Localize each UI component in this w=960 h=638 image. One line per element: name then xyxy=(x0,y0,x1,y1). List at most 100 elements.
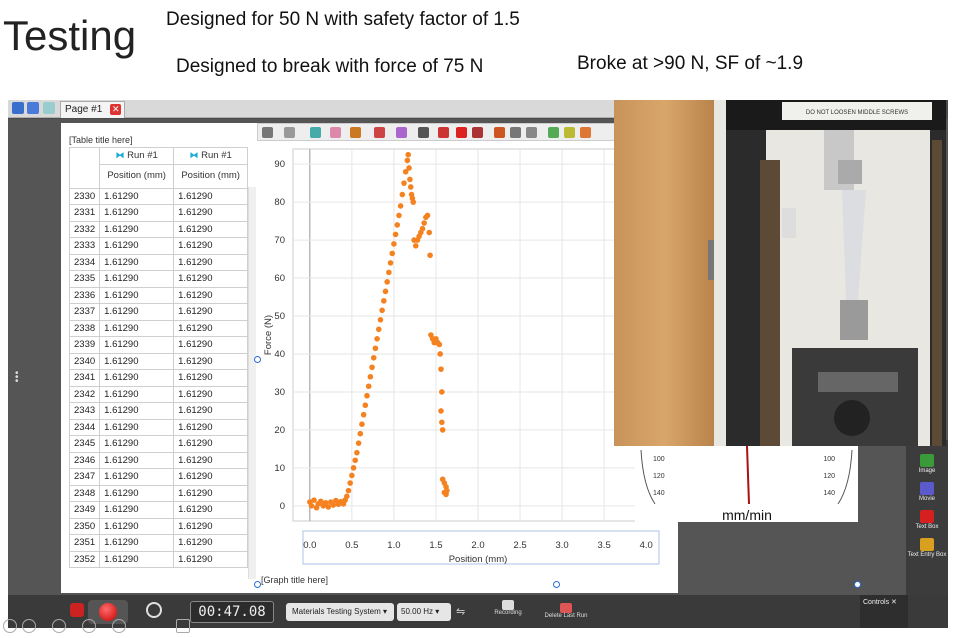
table-row[interactable]: 2330 1.61290 1.61290 xyxy=(68,187,249,205)
table-row[interactable]: 2352 1.61290 1.61290 xyxy=(68,550,249,568)
table-cell[interactable]: 1.61290 xyxy=(99,402,175,420)
table-cell[interactable]: 1.61290 xyxy=(173,484,249,502)
table-cell[interactable]: 1.61290 xyxy=(99,517,175,535)
previous-icon[interactable] xyxy=(3,619,17,633)
table-row[interactable]: 2350 1.61290 1.61290 xyxy=(68,517,249,535)
table-cell[interactable]: 1.61290 xyxy=(173,319,249,337)
x-axis-label[interactable]: Position (mm) xyxy=(449,554,508,565)
table-row[interactable]: 2346 1.61290 1.61290 xyxy=(68,451,249,469)
settings-icon[interactable] xyxy=(27,102,39,114)
table-row[interactable]: 2343 1.61290 1.61290 xyxy=(68,402,249,420)
table-cell[interactable]: 1.61290 xyxy=(99,369,175,387)
table-row[interactable]: 2336 1.61290 1.61290 xyxy=(68,286,249,304)
tab-page-1[interactable]: Page #1 ✕ xyxy=(60,101,126,118)
table-row[interactable]: 2349 1.61290 1.61290 xyxy=(68,501,249,519)
resize-handle[interactable] xyxy=(553,581,560,588)
table-cell[interactable]: 1.61290 xyxy=(99,468,175,486)
table-cell[interactable]: 1.61290 xyxy=(173,369,249,387)
color-icon[interactable] xyxy=(330,127,341,138)
table-row[interactable]: 2339 1.61290 1.61290 xyxy=(68,336,249,354)
fit-icon[interactable] xyxy=(396,127,407,138)
table-cell[interactable]: 1.61290 xyxy=(99,501,175,519)
table-cell[interactable]: 1.61290 xyxy=(173,303,249,321)
chart-type-icon[interactable] xyxy=(310,127,321,138)
resize-handle[interactable] xyxy=(854,581,861,588)
table-cell[interactable]: 1.61290 xyxy=(173,270,249,288)
autoscale-icon[interactable] xyxy=(526,127,537,138)
curve-icon[interactable] xyxy=(472,127,483,138)
table-cell[interactable]: 1.61290 xyxy=(173,187,249,205)
table-cell[interactable]: 1.61290 xyxy=(99,187,175,205)
range-icon[interactable] xyxy=(284,127,295,138)
tangent-icon[interactable] xyxy=(438,127,449,138)
table-cell[interactable]: 1.61290 xyxy=(99,336,175,354)
table-row[interactable]: 2340 1.61290 1.61290 xyxy=(68,352,249,370)
run-header[interactable]: ⧓ Run #1 xyxy=(173,147,249,165)
zoom-icon[interactable] xyxy=(510,127,521,138)
table-row[interactable]: 2348 1.61290 1.61290 xyxy=(68,484,249,502)
table-cell[interactable]: 1.61290 xyxy=(99,385,175,403)
table-cell[interactable]: 1.61290 xyxy=(99,484,175,502)
table-cell[interactable]: 1.61290 xyxy=(173,385,249,403)
gauge-icon[interactable] xyxy=(146,602,162,618)
insert-image-button[interactable]: Image xyxy=(906,454,948,474)
table-cell[interactable]: 1.61290 xyxy=(173,501,249,519)
table-row[interactable]: 2331 1.61290 1.61290 xyxy=(68,204,249,222)
resize-handle[interactable] xyxy=(254,356,261,363)
page-icon[interactable] xyxy=(43,102,55,114)
table-cell[interactable]: 1.61290 xyxy=(99,550,175,568)
sync-icon[interactable]: ⇋ xyxy=(456,605,470,619)
y-axis-label[interactable]: Force (N) xyxy=(263,315,274,355)
table-cell[interactable]: 1.61290 xyxy=(99,451,175,469)
window-icon[interactable] xyxy=(12,102,24,114)
table-cell[interactable]: 1.61290 xyxy=(99,286,175,304)
table-row[interactable]: 2342 1.61290 1.61290 xyxy=(68,385,249,403)
table-cell[interactable]: 1.61290 xyxy=(173,451,249,469)
table-cell[interactable]: 1.61290 xyxy=(173,435,249,453)
recording-button[interactable]: Recording xyxy=(488,600,528,616)
table-row[interactable]: 2337 1.61290 1.61290 xyxy=(68,303,249,321)
next-icon[interactable] xyxy=(22,619,36,633)
move-icon[interactable] xyxy=(418,127,429,138)
drag-handle-icon[interactable]: • • • xyxy=(15,369,19,387)
table-row[interactable]: 2351 1.61290 1.61290 xyxy=(68,534,249,552)
table-row[interactable]: 2345 1.61290 1.61290 xyxy=(68,435,249,453)
table-row[interactable]: 2333 1.61290 1.61290 xyxy=(68,237,249,255)
slope-icon[interactable] xyxy=(494,127,505,138)
table-cell[interactable]: 1.61290 xyxy=(173,550,249,568)
table-cell[interactable]: 1.61290 xyxy=(99,418,175,436)
table-row[interactable]: 2347 1.61290 1.61290 xyxy=(68,468,249,486)
table-scrollbar[interactable] xyxy=(248,187,256,579)
more-icon[interactable] xyxy=(580,127,591,138)
force-position-graph[interactable]: 0.0 0.5 1.0 1.5 2.0 2.5 3.0 3.5 4.0 0 10 20 30 40 50 60… xyxy=(257,141,667,573)
insert-text-entry-button[interactable]: Text Entry Box xyxy=(906,538,948,558)
controls-panel-header[interactable]: Controls ✕ xyxy=(860,595,908,628)
triangle-icon[interactable] xyxy=(374,127,385,138)
annotation-icon[interactable] xyxy=(456,127,467,138)
table-cell[interactable]: 1.61290 xyxy=(173,237,249,255)
column-header[interactable]: Position (mm) xyxy=(99,163,175,189)
graph-title[interactable]: [Graph title here] xyxy=(261,575,328,585)
table-cell[interactable]: 1.61290 xyxy=(173,468,249,486)
device-dropdown[interactable]: Materials Testing System ▾ xyxy=(286,603,394,621)
pen-icon[interactable] xyxy=(52,619,66,633)
table-cell[interactable]: 1.61290 xyxy=(99,204,175,222)
table-cell[interactable]: 1.61290 xyxy=(173,220,249,238)
table-row[interactable]: 2341 1.61290 1.61290 xyxy=(68,369,249,387)
rate-dropdown[interactable]: 50.00 Hz ▾ xyxy=(397,603,451,621)
table-cell[interactable]: 1.61290 xyxy=(173,517,249,535)
table-cell[interactable]: 1.61290 xyxy=(173,286,249,304)
table-cell[interactable]: 1.61290 xyxy=(99,237,175,255)
slides-icon[interactable] xyxy=(82,619,96,633)
table-cell[interactable]: 1.61290 xyxy=(99,253,175,271)
table-row[interactable]: 2332 1.61290 1.61290 xyxy=(68,220,249,238)
close-icon[interactable]: ✕ xyxy=(891,599,897,606)
table-cell[interactable]: 1.61290 xyxy=(173,402,249,420)
table-cell[interactable]: 1.61290 xyxy=(173,253,249,271)
resize-handle[interactable] xyxy=(254,581,261,588)
table-title[interactable]: [Table title here] xyxy=(69,133,249,147)
stats-icon[interactable] xyxy=(548,127,559,138)
table-row[interactable]: 2334 1.61290 1.61290 xyxy=(68,253,249,271)
table-cell[interactable]: 1.61290 xyxy=(99,303,175,321)
insert-movie-button[interactable]: Movie xyxy=(906,482,948,502)
